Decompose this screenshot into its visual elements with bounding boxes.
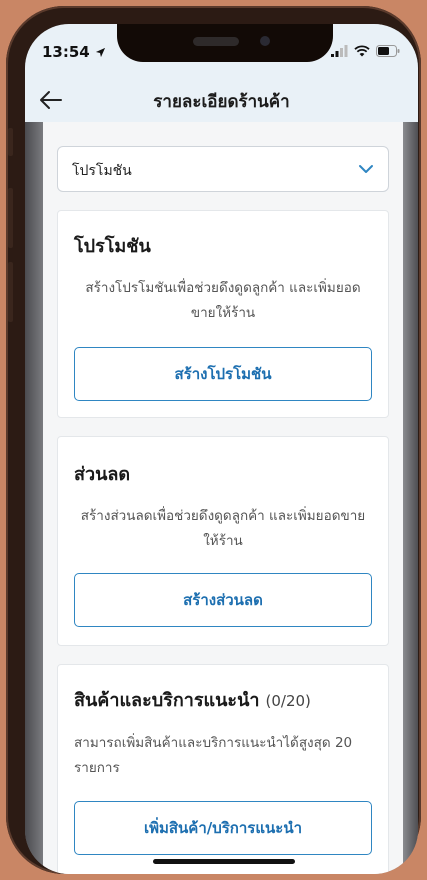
background-edge-left (25, 122, 43, 874)
status-time-text: 13:54 (42, 43, 90, 61)
dropdown-value: โปรโมชัน (72, 163, 132, 179)
card-title: ส่วนลด (74, 464, 131, 485)
card-description: สร้างส่วนลดเพื่อช่วยดึงดูดลูกค้า และเพิ่… (80, 508, 366, 549)
card-title-text: สินค้าและบริการแนะนำ (74, 690, 260, 711)
signal-icon (331, 45, 348, 57)
status-icons (331, 45, 400, 57)
status-time: 13:54 (42, 43, 106, 61)
volume-up-button (8, 188, 13, 248)
volume-down-button (8, 262, 13, 322)
nav-bar: รายละเอียดร้านค้า (25, 78, 418, 122)
wifi-icon (354, 45, 370, 57)
recommended-card: สินค้าและบริการแนะนำ (0/20) สามารถเพิ่มสิ… (57, 664, 389, 874)
card-title: โปรโมชัน (74, 236, 151, 257)
page-title: รายละเอียดร้านค้า (153, 92, 290, 112)
card-description: สร้างโปรโมชันเพื่อช่วยดึงดูดลูกค้า และเพ… (85, 280, 361, 321)
background-edge-right (403, 122, 418, 874)
battery-icon (376, 45, 400, 57)
category-dropdown[interactable]: โปรโมชัน (57, 146, 389, 192)
home-indicator (153, 859, 295, 864)
screen: 13:54 รายละเอียดร้านค้า โปรโมชัน โปรโมชั… (25, 24, 418, 874)
card-title: สินค้าและบริการแนะนำ (0/20) (74, 685, 311, 714)
card-description: สามารถเพิ่มสินค้าและบริการแนะนำได้สูงสุด… (74, 735, 353, 776)
create-discount-button[interactable]: สร้างส่วนลด (74, 573, 372, 627)
phone-frame: 13:54 รายละเอียดร้านค้า โปรโมชัน โปรโมชั… (6, 6, 421, 874)
mute-switch (8, 128, 13, 156)
location-arrow-icon (95, 47, 105, 57)
camera (260, 36, 270, 46)
speaker (193, 37, 239, 46)
content-panel: โปรโมชัน โปรโมชัน สร้างโปรโมชันเพื่อช่วย… (43, 122, 403, 874)
add-recommended-button[interactable]: เพิ่มสินค้า/บริการแนะนำ (74, 801, 372, 855)
create-promotion-button[interactable]: สร้างโปรโมชัน (74, 347, 372, 401)
promotion-card: โปรโมชัน สร้างโปรโมชันเพื่อช่วยดึงดูดลูก… (57, 210, 389, 418)
chevron-down-icon (359, 165, 373, 173)
recommended-count: (0/20) (265, 692, 311, 710)
notch (117, 24, 333, 62)
discount-card: ส่วนลด สร้างส่วนลดเพื่อช่วยดึงดูดลูกค้า … (57, 436, 389, 646)
